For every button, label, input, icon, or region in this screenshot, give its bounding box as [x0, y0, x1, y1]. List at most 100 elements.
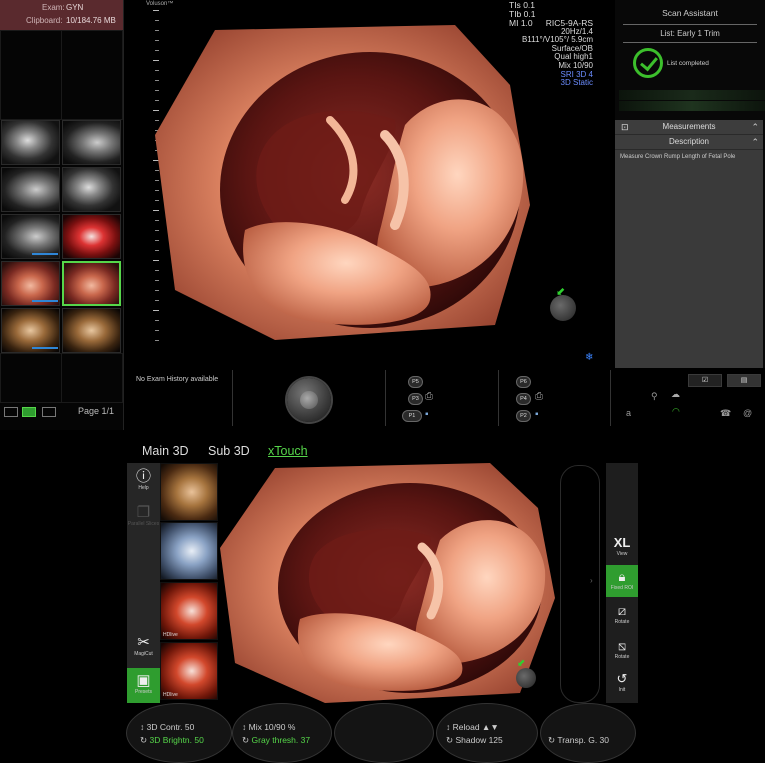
exam-label: Exam:: [42, 3, 65, 12]
chevron-right-icon[interactable]: ›: [590, 576, 593, 585]
trackball-icon[interactable]: [287, 378, 331, 422]
orientation-arrow-icon: ⬋: [517, 658, 526, 669]
print-icon[interactable]: ⎙: [535, 391, 543, 402]
preset-tile[interactable]: HDlive: [160, 582, 218, 640]
layout-1x1-button[interactable]: [4, 407, 18, 417]
info-icon: ⓘ: [135, 468, 151, 485]
list-completed-text: List completed: [667, 60, 709, 67]
list-step-row[interactable]: [619, 101, 765, 111]
knob-label: ↻ 3D Brightn. 50: [140, 735, 204, 745]
orientation-marker: [516, 668, 536, 688]
knob-label: ↕ Mix 10/90 %: [242, 722, 296, 732]
rotate-y-button[interactable]: ⧅ Rotate: [606, 638, 638, 660]
rotate-x-button[interactable]: ⧄ Rotate: [606, 603, 638, 625]
parallel-slices-button[interactable]: ❐ Parallel Slices: [127, 505, 160, 528]
knob-label: ↕ Reload ▲▼: [446, 722, 499, 732]
ruler-tick: [155, 340, 159, 341]
knob-mix[interactable]: [232, 703, 332, 763]
chevron-up-icon[interactable]: ⌃: [751, 120, 759, 134]
clipboard-thumb[interactable]: [62, 167, 121, 212]
clipboard-thumb[interactable]: [62, 308, 121, 353]
xl-icon: XL: [613, 535, 631, 550]
parallel-slices-label: Parallel Slices: [127, 521, 160, 527]
cloud-icon: ☁: [671, 389, 680, 399]
fixed-roi-button[interactable]: 🔒︎ Fixed ROI: [606, 565, 638, 597]
preset-label: HDlive: [163, 692, 178, 698]
presets-label: Presets: [135, 689, 152, 695]
p6-button[interactable]: P6: [516, 376, 531, 388]
chevron-up-icon[interactable]: ⌃: [751, 135, 759, 149]
3d-render-main[interactable]: [155, 25, 535, 340]
description-text: Measure Crown Rump Length of Fetal Pole: [620, 154, 736, 160]
tab-main-3d[interactable]: Main 3D: [142, 444, 189, 458]
ruler-icon: ⊡: [621, 122, 629, 132]
knob-reload[interactable]: [436, 703, 538, 763]
knob-label: ↕ 3D Contr. 50: [140, 722, 195, 732]
help-button[interactable]: ⓘ Help: [127, 468, 160, 492]
tab-sub-3d[interactable]: Sub 3D: [208, 444, 250, 458]
clipboard-thumb-selected[interactable]: [62, 261, 121, 306]
knob-transparency[interactable]: [540, 703, 636, 763]
divider: [232, 370, 233, 426]
view-xl-button[interactable]: XL View: [606, 535, 638, 557]
clipboard-thumb[interactable]: [1, 214, 60, 259]
checklist-toggle-button[interactable]: ☑: [688, 374, 722, 387]
view-label: View: [616, 551, 628, 557]
scan-list-name[interactable]: List: Early 1 Trim: [615, 29, 765, 38]
rotate-x-icon: ⧄: [617, 603, 627, 618]
knob-label: ↻ Shadow 125: [446, 735, 503, 745]
k5-bottom: Transp. G. 30: [557, 735, 609, 745]
save-icon[interactable]: ▪: [535, 409, 539, 420]
3d-render-touch[interactable]: [220, 463, 555, 703]
scissors-icon: ✂: [137, 634, 150, 651]
voluson-logo: Voluson™: [146, 1, 174, 7]
preset-tile[interactable]: HDlive: [160, 642, 218, 700]
status-bar: [124, 368, 765, 430]
divider: [610, 370, 611, 426]
description-header[interactable]: Description ⌃: [615, 135, 763, 150]
clipboard-thumb[interactable]: [62, 120, 121, 165]
layout-2x2-button[interactable]: [22, 407, 36, 417]
k2-top: Mix 10/90 %: [248, 722, 296, 732]
cube-icon: ▣: [136, 672, 151, 689]
clipboard-thumb[interactable]: [1, 120, 60, 165]
wifi-icon: ◠: [672, 406, 680, 416]
help-label: Help: [138, 485, 149, 491]
preset-label: HDlive: [163, 632, 178, 638]
magicut-button[interactable]: ✂ MagiCut: [127, 634, 160, 658]
reset-icon: ↺: [616, 671, 628, 686]
preset-tile[interactable]: [160, 463, 218, 521]
chart-toggle-button[interactable]: ▤: [727, 374, 761, 387]
print-icon[interactable]: ⎙: [425, 391, 433, 402]
exam-value: GYN: [66, 3, 84, 12]
at-icon: @: [743, 408, 753, 418]
scroll-track[interactable]: [560, 465, 600, 703]
knob-empty[interactable]: [334, 703, 434, 763]
init-button[interactable]: ↺ Init: [606, 671, 638, 693]
list-step-row[interactable]: [619, 90, 765, 100]
assistant-details: ⊡ Measurements ⌃ Description ⌃ Measure C…: [615, 120, 763, 368]
clipboard-thumb[interactable]: [62, 214, 121, 259]
init-label: Init: [618, 687, 626, 693]
rotate-label: Rotate: [614, 654, 630, 660]
tab-xtouch[interactable]: xTouch: [268, 444, 308, 458]
phone-icon: ☎: [720, 408, 732, 418]
clipboard-thumb[interactable]: [1, 167, 60, 212]
description-label: Description: [668, 137, 709, 146]
mode-line: 3D Static: [560, 78, 593, 88]
p5-button[interactable]: P5: [408, 376, 423, 388]
presets-button[interactable]: ▣ Presets: [127, 668, 160, 703]
save-icon[interactable]: ▪: [425, 409, 429, 420]
p4-button[interactable]: P4: [516, 393, 531, 405]
clipboard-empty-area: [0, 30, 123, 120]
knob-contrast[interactable]: [126, 703, 232, 763]
clipboard-thumb[interactable]: [1, 261, 60, 306]
clipboard-thumb[interactable]: [1, 308, 60, 353]
usb-icon: ⚲: [651, 391, 658, 401]
p2-button[interactable]: P2: [516, 410, 531, 422]
preset-tile[interactable]: [160, 522, 218, 580]
measurements-header[interactable]: ⊡ Measurements ⌃: [615, 120, 763, 135]
p3-button[interactable]: P3: [408, 393, 423, 405]
p1-button[interactable]: P1: [402, 410, 422, 422]
layout-3x3-button[interactable]: [42, 407, 56, 417]
